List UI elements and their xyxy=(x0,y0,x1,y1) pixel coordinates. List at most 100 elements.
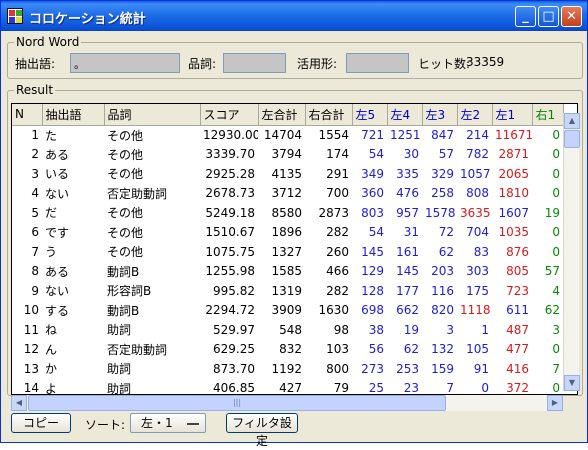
table-cell: 129 xyxy=(361,264,384,279)
column-header[interactable]: 品詞 xyxy=(104,104,201,126)
horizontal-scrollbar[interactable]: ◀ ||| ▶ xyxy=(11,395,563,411)
hit-count-value: 33359 xyxy=(466,55,505,69)
table-cell: 25 xyxy=(368,381,384,395)
close-button[interactable]: ✕ xyxy=(561,6,582,27)
scroll-down-icon[interactable]: ▼ xyxy=(564,375,580,391)
table-cell: 177 xyxy=(396,283,419,298)
table-row[interactable]: 8 ある 動詞B 1255.98 1585 466 129 145 203 303 805 57 xyxy=(12,262,563,282)
table-cell: 1 xyxy=(31,128,39,142)
table-cell: 4 xyxy=(552,283,560,298)
column-header[interactable]: 左4 xyxy=(387,104,423,126)
app-icon[interactable] xyxy=(7,8,23,24)
table-cell: 1075.75 xyxy=(205,244,255,259)
table-row[interactable]: 10 する 動詞B 2294.72 3909 1630 698 662 820 1118 611 62 xyxy=(12,301,563,321)
column-header[interactable]: 左1 xyxy=(492,104,533,126)
table-cell: 19 xyxy=(544,205,560,220)
table-cell: 62 xyxy=(544,303,560,318)
pos-field[interactable] xyxy=(223,53,286,73)
table-row[interactable]: 13 か 助詞 873.70 1192 800 273 253 159 91 416 7 xyxy=(12,359,563,379)
table-cell: 282 xyxy=(326,225,349,240)
table-cell: 662 xyxy=(396,303,419,318)
table-cell: その他 xyxy=(107,147,144,162)
table-row[interactable]: 7 う その他 1075.75 1327 260 145 161 62 83 876 0 xyxy=(12,242,563,262)
table-cell: 132 xyxy=(431,342,454,357)
table-cell: 9 xyxy=(31,283,39,298)
extract-word-field[interactable]: 。 xyxy=(70,53,180,73)
table-cell: 助詞 xyxy=(107,381,132,395)
close-icon: ✕ xyxy=(566,9,577,24)
scroll-left-icon[interactable]: ◀ xyxy=(11,395,27,411)
table-cell: する xyxy=(45,303,70,318)
sort-label: ソート: xyxy=(85,418,126,432)
scroll-right-icon[interactable]: ▶ xyxy=(547,395,563,411)
table-cell: その他 xyxy=(107,128,144,143)
table-cell: 98 xyxy=(333,322,349,337)
table-cell: 291 xyxy=(326,166,349,181)
table-cell: 1630 xyxy=(318,303,349,318)
table-cell: 動詞B xyxy=(107,303,140,318)
table-cell: 995.82 xyxy=(213,283,255,298)
scroll-up-icon[interactable]: ▲ xyxy=(564,113,580,129)
table-cell: 3909 xyxy=(271,303,302,318)
table-cell: 2294.72 xyxy=(205,303,255,318)
table-cell: 723 xyxy=(506,283,529,298)
hit-count-label: ヒット数: xyxy=(418,57,471,71)
table-row[interactable]: 1 た その他 12930.00 14704 1554 721 1251 847 214 11671… xyxy=(12,125,563,145)
table-cell: 105 xyxy=(466,342,489,357)
table-row[interactable]: 5 だ その他 5249.18 8580 2873 803 957 1578 3635 1607 19 xyxy=(12,203,563,223)
column-header[interactable]: 右1 xyxy=(532,104,564,126)
table-cell: 803 xyxy=(361,205,384,220)
table-cell: 3635 xyxy=(460,205,491,220)
table-cell: 1251 xyxy=(390,128,421,142)
table-row[interactable]: 2 ある その他 3339.70 3794 174 54 30 57 782 2871 0 xyxy=(12,145,563,165)
filter-settings-button[interactable]: フィルタ設定 xyxy=(226,413,298,448)
horizontal-scroll-thumb[interactable]: ||| xyxy=(28,395,446,411)
dropdown-arrow-icon xyxy=(187,422,199,425)
table-cell: 否定助動詞 xyxy=(107,342,168,357)
table-cell: 282 xyxy=(326,283,349,298)
table-cell: 7 xyxy=(446,381,454,395)
sort-select[interactable]: 左・1 xyxy=(130,413,206,433)
table-row[interactable]: 6 です その他 1510.67 1896 282 54 31 72 704 1035 0 xyxy=(12,223,563,243)
nord-word-group: Nord Word 抽出語: 。 品詞: 活用形: ヒット数: 33359 xyxy=(7,35,583,79)
table-cell: 273 xyxy=(361,361,384,376)
table-cell: 1327 xyxy=(271,244,302,259)
table-cell: 3 xyxy=(31,166,39,181)
table-cell: 動詞B xyxy=(107,264,140,279)
table-row[interactable]: 11 ね 助詞 529.97 548 98 38 19 3 1 487 3 xyxy=(12,320,563,340)
table-cell: その他 xyxy=(107,245,144,260)
table-cell: 11 xyxy=(23,322,39,337)
table-cell: 406.85 xyxy=(213,381,255,395)
table-row[interactable]: 12 ん 否定助動詞 629.25 832 103 56 62 132 105 477 0 xyxy=(12,340,563,360)
column-header[interactable]: 左合計 xyxy=(258,104,306,126)
table-cell: 329 xyxy=(431,166,454,181)
column-header[interactable]: 左3 xyxy=(422,104,458,126)
column-header[interactable]: 左5 xyxy=(352,104,388,126)
column-header[interactable]: 抽出語 xyxy=(42,104,105,126)
column-header[interactable]: N xyxy=(12,104,43,126)
table-row[interactable]: 9 ない 形容詞B 995.82 1319 282 128 177 116 175 723 4 xyxy=(12,281,563,301)
column-header[interactable]: 右合計 xyxy=(305,104,353,126)
column-header[interactable]: スコア xyxy=(200,104,259,126)
minimize-button[interactable]: _ xyxy=(515,6,536,27)
table-cell: 0 xyxy=(552,244,560,259)
table-cell: 476 xyxy=(396,186,419,201)
table-cell: 13 xyxy=(23,361,39,376)
copy-button[interactable]: コピー xyxy=(11,413,71,433)
maximize-button[interactable]: □ xyxy=(538,6,559,27)
table-row[interactable]: 4 ない 否定助動詞 2678.73 3712 700 360 476 258 808 1810 0 xyxy=(12,184,563,204)
vertical-scrollbar[interactable]: ▲ ▼ xyxy=(563,113,580,391)
table-cell: 2065 xyxy=(498,166,529,181)
column-header[interactable]: 左2 xyxy=(457,104,493,126)
table-cell: 800 xyxy=(326,361,349,376)
table-cell: 161 xyxy=(396,244,419,259)
table-row[interactable]: 3 いる その他 2925.28 4135 291 349 335 329 1057 2065 0 xyxy=(12,164,563,184)
title-bar[interactable]: コロケーション統計 _ □ ✕ xyxy=(1,1,587,31)
collocation-window: コロケーション統計 _ □ ✕ Nord Word 抽出語: 。 品詞: 活用形… xyxy=(0,0,588,448)
table-cell: 548 xyxy=(279,322,302,337)
table-cell: 3 xyxy=(446,322,454,337)
table-row[interactable]: 14 よ 助詞 406.85 427 79 25 23 7 0 372 0 xyxy=(12,379,563,395)
conjugation-field[interactable] xyxy=(346,53,409,73)
table-cell: 3712 xyxy=(271,186,302,201)
vertical-scroll-thumb[interactable] xyxy=(564,130,580,148)
